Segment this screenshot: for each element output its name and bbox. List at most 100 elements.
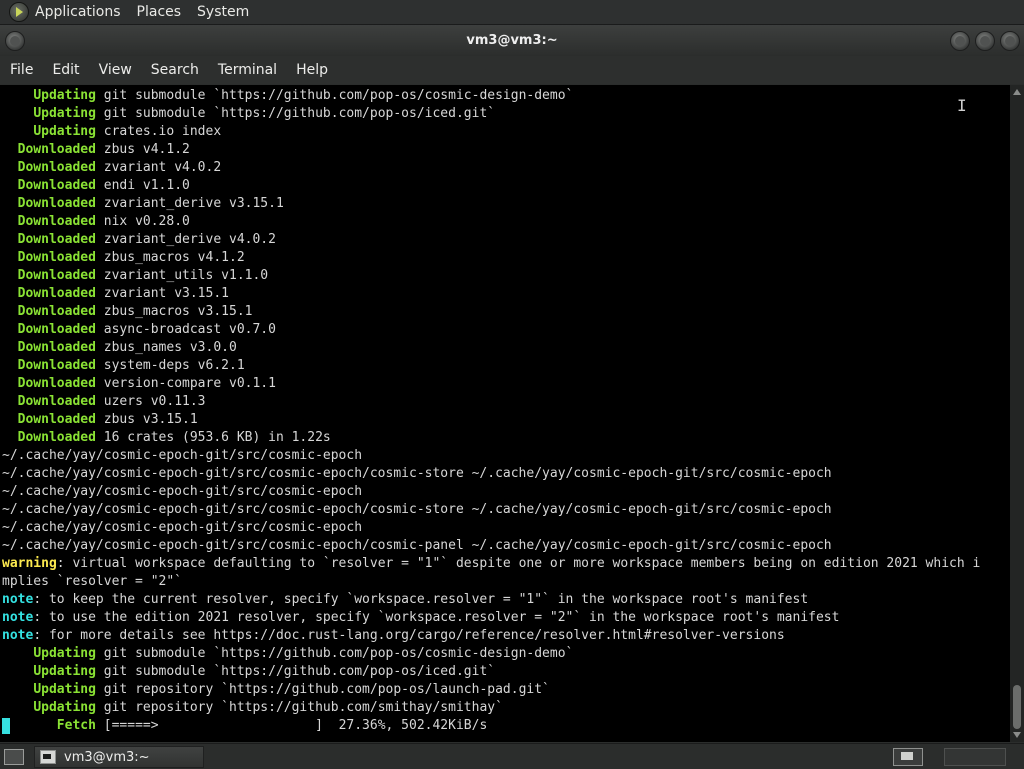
terminal-text: zvariant v3.15.1 xyxy=(95,286,229,301)
terminal-line: note: to keep the current resolver, spec… xyxy=(2,591,808,609)
terminal-text: ~/.cache/yay/cosmic-epoch-git/src/cosmic… xyxy=(2,502,832,517)
menu-terminal[interactable]: Terminal xyxy=(208,62,286,78)
terminal-keyword: warning xyxy=(2,556,57,571)
terminal-text: zbus v3.15.1 xyxy=(95,412,198,427)
terminal-text: zvariant_utils v1.1.0 xyxy=(95,268,269,283)
terminal-text: : virtual workspace defaulting to `resol… xyxy=(56,556,981,571)
maximize-icon[interactable] xyxy=(975,31,995,51)
terminal-line: Updating git submodule `https://github.c… xyxy=(2,663,495,681)
terminal-keyword: Downloaded xyxy=(17,394,96,409)
terminal-keyword: Downloaded xyxy=(17,232,96,247)
terminal-line: Updating git repository `https://github.… xyxy=(2,681,550,699)
terminal-text: git repository `https://github.com/smith… xyxy=(95,700,503,715)
terminal-text: zbus_macros v4.1.2 xyxy=(95,250,245,265)
terminal-text: crates.io index xyxy=(95,124,222,139)
terminal-cursor xyxy=(2,718,10,734)
top-panel: Applications Places System xyxy=(0,0,1024,25)
window-titlebar[interactable]: vm3@vm3:~ xyxy=(0,25,1024,55)
bottom-taskbar: vm3@vm3:~ xyxy=(0,743,1024,769)
terminal-text: system-deps v6.2.1 xyxy=(95,358,245,373)
terminal-line: Downloaded zvariant_derive v3.15.1 xyxy=(2,195,284,213)
window-title: vm3@vm3:~ xyxy=(466,32,558,48)
terminal-text: : to keep the current resolver, specify … xyxy=(33,592,809,607)
terminal-line: Downloaded 16 crates (953.6 KB) in 1.22s xyxy=(2,429,331,447)
terminal-keyword: Updating xyxy=(33,700,96,715)
terminal-line: Downloaded zvariant v3.15.1 xyxy=(2,285,229,303)
panel-menu-applications[interactable]: Applications xyxy=(35,4,121,20)
terminal-text: zbus_macros v3.15.1 xyxy=(95,304,253,319)
terminal-text: 16 crates (953.6 KB) in 1.22s xyxy=(95,430,331,445)
terminal-line: Updating git submodule `https://github.c… xyxy=(2,645,573,663)
terminal-line: Updating git submodule `https://github.c… xyxy=(2,87,573,105)
terminal-keyword: note xyxy=(2,628,34,643)
terminal-keyword: Updating xyxy=(33,124,96,139)
terminal-keyword: Downloaded xyxy=(17,358,96,373)
minimize-icon[interactable] xyxy=(950,31,970,51)
terminal-text: git repository `https://github.com/pop-o… xyxy=(95,682,550,697)
terminal-text: mplies `resolver = "2"` xyxy=(2,574,183,589)
terminal-keyword: Downloaded xyxy=(17,160,96,175)
terminal-keyword: Updating xyxy=(33,664,96,679)
menu-search[interactable]: Search xyxy=(141,62,208,78)
terminal-text: ~/.cache/yay/cosmic-epoch-git/src/cosmic… xyxy=(2,520,363,535)
terminal-text: git submodule `https://github.com/pop-os… xyxy=(95,646,574,661)
terminal-output[interactable]: Updating git submodule `https://github.c… xyxy=(0,85,1010,742)
terminal-text: : to use the edition 2021 resolver, spec… xyxy=(33,610,840,625)
menu-view[interactable]: View xyxy=(89,62,141,78)
terminal-line: Downloaded uzers v0.11.3 xyxy=(2,393,206,411)
terminal-keyword: Downloaded xyxy=(17,214,96,229)
terminal-text: zvariant_derive v3.15.1 xyxy=(95,196,284,211)
terminal-line: Updating crates.io index xyxy=(2,123,221,141)
terminal-keyword: Updating xyxy=(33,646,96,661)
terminal-line: Downloaded zvariant v4.0.2 xyxy=(2,159,222,177)
scroll-up-arrow-icon[interactable] xyxy=(1013,89,1021,95)
scrollbar-thumb[interactable] xyxy=(1013,685,1021,729)
scroll-down-arrow-icon[interactable] xyxy=(1013,732,1021,738)
taskbar-window-button[interactable]: vm3@vm3:~ xyxy=(34,746,204,768)
terminal-keyword: Updating xyxy=(33,88,96,103)
terminal-text: version-compare v0.1.1 xyxy=(95,376,276,391)
window-menu-icon[interactable] xyxy=(5,31,25,51)
workspace-switcher-icon[interactable] xyxy=(893,748,923,766)
terminal-keyword: Updating xyxy=(33,106,96,121)
panel-menu-places[interactable]: Places xyxy=(137,4,182,20)
terminal-line: Updating git repository `https://github.… xyxy=(2,699,503,717)
terminal-line: Downloaded nix v0.28.0 xyxy=(2,213,190,231)
terminal-text: [=====> ] 27.36%, 502.42KiB/s xyxy=(95,718,488,733)
terminal-line: ~/.cache/yay/cosmic-epoch-git/src/cosmic… xyxy=(2,447,362,465)
terminal-icon xyxy=(40,750,56,764)
terminal-line: Downloaded zbus_macros v4.1.2 xyxy=(2,249,245,267)
show-desktop-icon[interactable] xyxy=(4,749,24,765)
terminal-line: Downloaded endi v1.1.0 xyxy=(2,177,190,195)
terminal-scrollbar[interactable] xyxy=(1010,85,1024,742)
terminal-line: Downloaded zbus_names v3.0.0 xyxy=(2,339,237,357)
terminal-keyword: Downloaded xyxy=(17,340,96,355)
terminal-line: ~/.cache/yay/cosmic-epoch-git/src/cosmic… xyxy=(2,501,832,519)
terminal-text: async-broadcast v0.7.0 xyxy=(95,322,276,337)
terminal-keyword: note xyxy=(2,610,34,625)
menu-file[interactable]: File xyxy=(0,62,42,78)
terminal-keyword: Fetch xyxy=(56,718,96,733)
terminal-line: warning: virtual workspace defaulting to… xyxy=(2,555,980,573)
terminal-text: uzers v0.11.3 xyxy=(95,394,206,409)
terminal-line: Fetch [=====> ] 27.36%, 502.42KiB/s xyxy=(2,717,487,735)
terminal-text: git submodule `https://github.com/pop-os… xyxy=(95,88,574,103)
panel-menu-system[interactable]: System xyxy=(197,4,249,20)
terminal-keyword: Downloaded xyxy=(17,430,96,445)
terminal-line: Downloaded zvariant_derive v4.0.2 xyxy=(2,231,276,249)
terminal-keyword: Downloaded xyxy=(17,268,96,283)
terminal-line: ~/.cache/yay/cosmic-epoch-git/src/cosmic… xyxy=(2,465,832,483)
menu-edit[interactable]: Edit xyxy=(42,62,88,78)
terminal-line: ~/.cache/yay/cosmic-epoch-git/src/cosmic… xyxy=(2,519,362,537)
distro-logo-icon[interactable] xyxy=(9,2,29,22)
terminal-text: ~/.cache/yay/cosmic-epoch-git/src/cosmic… xyxy=(2,484,363,499)
menu-help[interactable]: Help xyxy=(286,62,337,78)
workspace-switcher-area[interactable] xyxy=(944,748,1006,766)
terminal-line: Updating git submodule `https://github.c… xyxy=(2,105,495,123)
close-icon[interactable] xyxy=(1000,31,1020,51)
taskbar-window-label: vm3@vm3:~ xyxy=(64,749,150,765)
terminal-menubar: File Edit View Search Terminal Help xyxy=(0,56,1024,84)
terminal-keyword: Updating xyxy=(33,682,96,697)
terminal-text: ~/.cache/yay/cosmic-epoch-git/src/cosmic… xyxy=(2,538,832,553)
terminal-text: ~/.cache/yay/cosmic-epoch-git/src/cosmic… xyxy=(2,448,363,463)
